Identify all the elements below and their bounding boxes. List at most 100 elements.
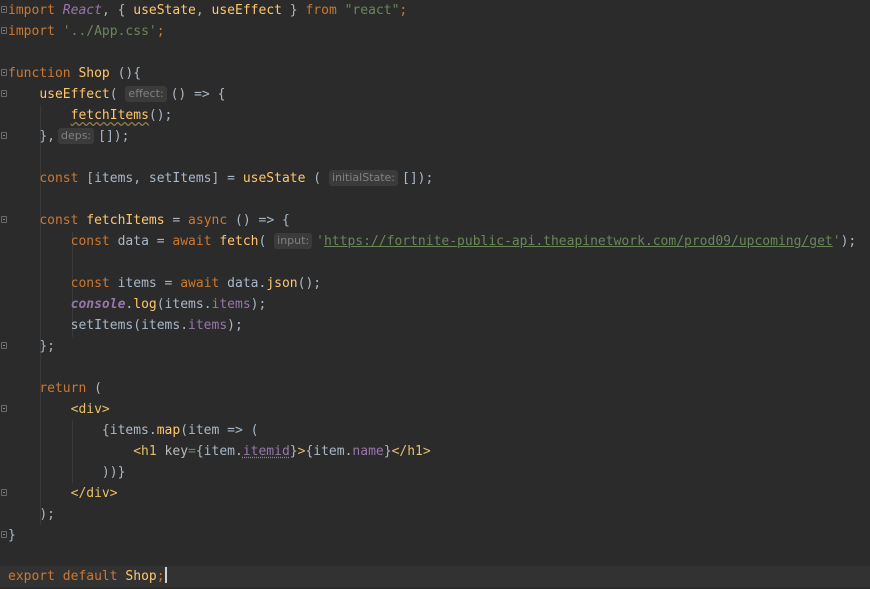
identifier-console: console <box>70 297 126 312</box>
code-editor[interactable]: import React, { useState, useEffect } fr… <box>0 0 870 589</box>
identifier-react: React <box>62 3 102 18</box>
punctuation: ); <box>250 297 267 312</box>
code-line-26[interactable]: } <box>8 525 16 546</box>
jsx-tag: <div> <box>70 402 110 417</box>
code-line-21[interactable]: {items.map(item => ( <box>8 420 259 441</box>
punctuation: = <box>164 213 189 228</box>
code-line-15[interactable]: console.log(items.items); <box>8 294 267 315</box>
punctuation: ); <box>39 507 55 522</box>
identifier-usestate: useState <box>133 3 196 18</box>
punctuation: () => { <box>170 87 226 102</box>
jsx-attribute: key <box>164 444 189 459</box>
string-quote: ' <box>316 234 324 249</box>
property: itemid <box>242 444 290 459</box>
property: items <box>211 297 251 312</box>
keyword: await <box>180 276 220 291</box>
fold-marker-icon[interactable] <box>1 132 7 139</box>
keyword: function <box>8 66 71 81</box>
punctuation: ); <box>840 234 857 249</box>
code-line-1[interactable]: import React, { useState, useEffect } fr… <box>8 0 407 21</box>
keyword: import <box>8 3 55 18</box>
fold-marker-icon[interactable] <box>1 216 7 223</box>
code-line-4[interactable]: function Shop (){ <box>8 63 141 84</box>
punctuation: = <box>188 444 196 459</box>
fold-marker-icon[interactable] <box>1 90 7 97</box>
keyword: default <box>62 569 118 584</box>
punctuation: ( <box>258 234 275 249</box>
code-line-22[interactable]: <h1 key={item.itemid}>{item.name}</h1> <box>8 441 431 462</box>
code-text: {items. <box>101 423 157 438</box>
string: "react" <box>344 3 400 18</box>
semicolon: ; <box>156 24 165 39</box>
code-text: [items, setItems] = <box>78 171 243 186</box>
keyword: const <box>70 234 110 249</box>
function-call: map <box>156 423 181 438</box>
function-call: fetch <box>219 234 259 249</box>
punctuation: } <box>289 444 298 459</box>
code-line-14[interactable]: const items = await data.json(); <box>8 273 322 294</box>
code-line-5[interactable]: useEffect( effect:() => { <box>8 84 225 105</box>
fold-marker-icon[interactable] <box>1 489 7 496</box>
fold-marker-icon[interactable] <box>1 27 7 34</box>
fold-marker-icon[interactable] <box>1 6 7 13</box>
code-line-2[interactable]: import '../App.css'; <box>8 21 165 42</box>
property: name <box>352 444 384 459</box>
code-line-6[interactable]: fetchItems(); <box>8 105 173 126</box>
keyword: const <box>39 171 79 186</box>
jsx-tag: </h1> <box>391 444 431 459</box>
punctuation: (item => ( <box>180 423 259 438</box>
code-text: data. <box>219 276 267 291</box>
punctuation: , <box>195 3 212 18</box>
keyword: from <box>305 3 337 18</box>
keyword: await <box>172 234 212 249</box>
keyword: return <box>39 381 87 396</box>
function-call: useState <box>242 171 306 186</box>
url-link[interactable]: https://fortnite-public-api.theapinetwor… <box>324 234 833 249</box>
code-line-20[interactable]: <div> <box>8 399 110 420</box>
code-line-19[interactable]: return ( <box>8 378 102 399</box>
parameter-hint: input: <box>274 233 313 249</box>
code-line-17[interactable]: }; <box>8 336 55 357</box>
punctuation: ( <box>109 87 126 102</box>
fold-marker-icon[interactable] <box>1 69 7 76</box>
identifier: Shop <box>125 569 157 584</box>
code-line-7[interactable]: }, deps: []); <box>8 126 129 147</box>
keyword: import <box>8 24 55 39</box>
code-line-11[interactable]: const fetchItems = async () => { <box>8 210 290 231</box>
code-line-9[interactable]: const [items, setItems] = useState ( ini… <box>8 168 433 189</box>
parameter-hint: initialState: <box>328 170 399 186</box>
code-line-23[interactable]: ))} <box>8 462 125 483</box>
code-line-28-current[interactable]: export default Shop; <box>0 566 870 587</box>
punctuation: () => { <box>227 213 290 228</box>
fold-marker-icon[interactable] <box>1 342 7 349</box>
function-call: json <box>266 276 298 291</box>
code-line-16[interactable]: setItems(items.items); <box>8 315 243 336</box>
punctuation: []); <box>402 171 434 186</box>
punctuation: ( <box>305 171 329 186</box>
fold-gutter <box>0 0 8 589</box>
function-call: fetchItems <box>70 108 149 123</box>
punctuation: , { <box>101 3 134 18</box>
punctuation: } <box>281 3 306 18</box>
code-line-24[interactable]: </div> <box>8 483 118 504</box>
fold-marker-icon[interactable] <box>1 405 7 412</box>
string: '../App.css' <box>62 24 157 39</box>
identifier-useeffect: useEffect <box>211 3 282 18</box>
code-line-25[interactable]: ); <box>8 504 55 525</box>
fold-marker-icon[interactable] <box>1 531 7 538</box>
punctuation: } <box>8 528 16 543</box>
function-call: log <box>133 297 157 312</box>
code-text: (items. <box>156 297 212 312</box>
code-line-12[interactable]: const data = await fetch( input:'https:/… <box>8 231 856 252</box>
